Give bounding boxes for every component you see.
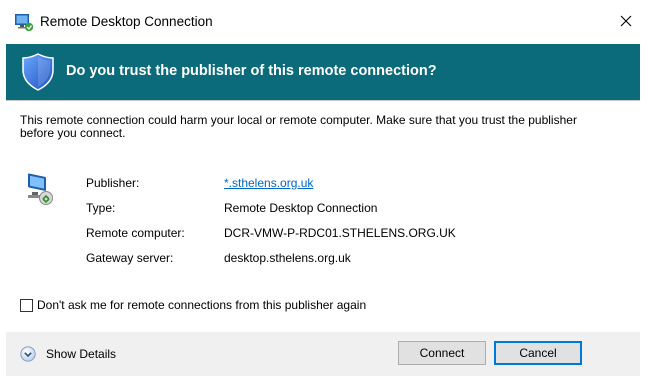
connect-button[interactable]: Connect	[398, 341, 486, 365]
type-value: Remote Desktop Connection	[224, 201, 378, 215]
trust-banner: Do you trust the publisher of this remot…	[6, 44, 640, 100]
window-title: Remote Desktop Connection	[40, 14, 213, 29]
banner-divider	[6, 100, 640, 101]
close-icon	[620, 15, 632, 30]
dont-ask-option[interactable]: Don't ask me for remote connections from…	[20, 298, 366, 312]
dialog-content: This remote connection could harm your l…	[6, 100, 640, 376]
dont-ask-checkbox[interactable]	[20, 298, 33, 312]
remote-desktop-dialog: Remote Desktop Connection Do you trust t…	[0, 0, 646, 376]
gateway-server-value: desktop.sthelens.org.uk	[224, 251, 351, 265]
warning-message: This remote connection could harm your l…	[20, 113, 577, 140]
shield-icon	[22, 53, 54, 91]
title-bar: Remote Desktop Connection	[0, 0, 646, 44]
publisher-link[interactable]: *.sthelens.org.uk	[224, 176, 313, 190]
chevron-down-circle-icon[interactable]	[20, 346, 36, 362]
dialog-footer: Show Details Connect Cancel	[6, 332, 640, 376]
gateway-server-label: Gateway server:	[86, 251, 174, 265]
cancel-button[interactable]: Cancel	[494, 341, 582, 365]
show-details-label[interactable]: Show Details	[46, 347, 116, 361]
dont-ask-label[interactable]: Don't ask me for remote connections from…	[37, 298, 366, 312]
remote-desktop-icon	[14, 12, 34, 32]
remote-computer-value: DCR-VMW-P-RDC01.STHELENS.ORG.UK	[224, 226, 456, 240]
show-details-toggle[interactable]: Show Details	[20, 346, 116, 362]
close-button[interactable]	[606, 4, 646, 40]
publisher-label: Publisher:	[86, 176, 140, 190]
computer-icon	[22, 168, 58, 208]
remote-computer-label: Remote computer:	[86, 226, 185, 240]
type-label: Type:	[86, 201, 116, 215]
trust-question: Do you trust the publisher of this remot…	[66, 63, 437, 79]
